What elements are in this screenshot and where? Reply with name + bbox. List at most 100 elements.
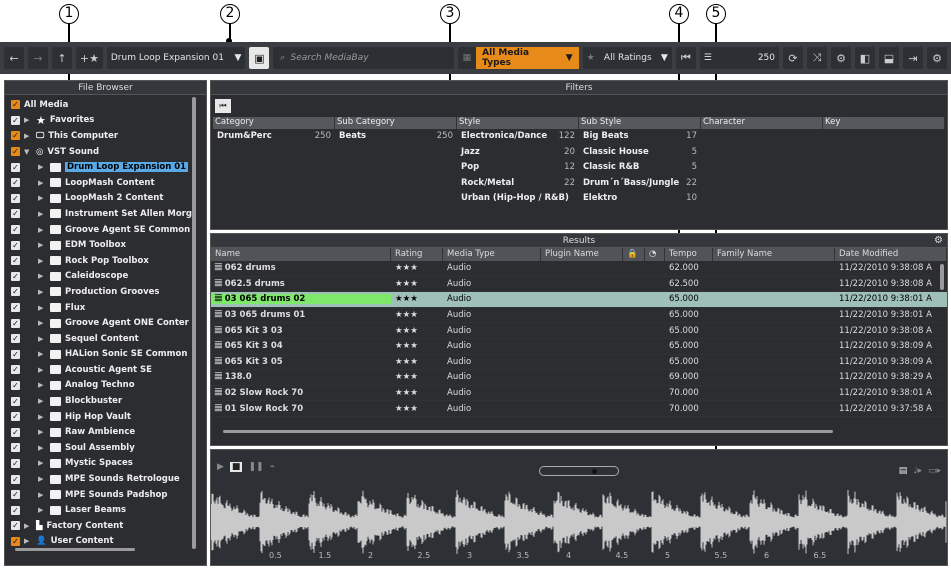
table-row[interactable]: 𝄚 138.0 ★★★ Audio 69.000 11/22/2010 9:38:29 … <box>211 370 947 386</box>
col-header-date-modified[interactable]: Date Modified <box>835 248 947 261</box>
tree-item-folder[interactable]: ✓ ▶ LoopMash Content <box>11 175 206 191</box>
rating-stars[interactable]: ★★★ <box>391 294 443 304</box>
tree-item-folder[interactable]: ✓ ▶ Rock Pop Toolbox <box>11 253 206 269</box>
table-row[interactable]: 𝄚 065 Kit 3 04 ★★★ Audio 65.000 11/22/2010 9… <box>211 339 947 355</box>
filter-value[interactable]: Beats 250 <box>335 131 457 147</box>
table-row[interactable]: 𝄚 03 065 drums 02 ★★★ Audio 65.000 11/22/201… <box>211 292 947 308</box>
tree-item-folder[interactable]: ✓ ▶ Flux <box>11 300 206 316</box>
tree-item-folder[interactable]: ✓ ▶ HALion Sonic SE Common <box>11 347 206 363</box>
favorite-add-icon[interactable]: +★ <box>76 47 103 69</box>
align-beats-icon[interactable]: ♩▸ <box>913 466 922 476</box>
play-in-context-icon[interactable]: ▭▸ <box>928 466 941 476</box>
tree-item-folder[interactable]: ✓ ▶ Production Grooves <box>11 284 206 300</box>
tree-item-favorites[interactable]: ✓ ▶ ★ Favorites <box>11 113 206 129</box>
reset-filter-icon[interactable]: ⏮ <box>675 47 696 69</box>
lock-icon[interactable]: 🔒 <box>623 248 645 261</box>
stop-icon[interactable]: ■ <box>229 462 243 472</box>
tree-item-folder[interactable]: ✓ ▶ MPE Sounds Padshop <box>11 487 206 503</box>
rating-stars[interactable]: ★★★ <box>391 388 443 398</box>
file-browser-hscrollbar[interactable] <box>15 548 135 551</box>
filter-value[interactable]: Elektro 10 <box>579 193 701 209</box>
tree-item-folder[interactable]: ✓ ▶ Mystic Spaces <box>11 456 206 472</box>
filter-value[interactable]: Jazz 20 <box>457 147 579 163</box>
previewer-level-slider[interactable] <box>539 466 619 476</box>
tree-item-folder[interactable]: ✓ ▶ Drum Loop Expansion 01 <box>11 159 206 175</box>
table-row[interactable]: 𝄚 03 065 drums 01 ★★★ Audio 65.000 11/22/201… <box>211 308 947 324</box>
col-header-name[interactable]: Name <box>211 248 391 261</box>
filter-header-sub-category[interactable]: Sub Category <box>335 117 457 129</box>
tree-item-folder[interactable]: ✓ ▶ LoopMash 2 Content <box>11 191 206 207</box>
col-header-rating[interactable]: Rating <box>391 248 443 261</box>
layout-left-icon[interactable]: ◧ <box>855 47 875 69</box>
tree-item-folder[interactable]: ✓ ▶ Laser Beams <box>11 502 206 518</box>
tree-item-factory-content[interactable]: ✓ ▶ ▙ Factory Content <box>11 518 206 534</box>
pause-icon[interactable]: ❚❚ <box>248 462 263 472</box>
tree-item-folder[interactable]: ✓ ▶ MPE Sounds Retrologue <box>11 471 206 487</box>
filter-value[interactable]: Urban (Hip-Hop / R&B) <box>457 193 579 209</box>
rating-stars[interactable]: ★★★ <box>391 326 443 336</box>
filter-header-style[interactable]: Style <box>457 117 579 129</box>
filter-value[interactable]: Pop 12 <box>457 162 579 178</box>
filter-value[interactable]: Big Beats 17 <box>579 131 701 147</box>
rating-stars[interactable]: ★★★ <box>391 279 443 289</box>
shuffle-icon[interactable]: ⤨ <box>807 47 827 69</box>
tree-item-folder[interactable]: ✓ ▶ Groove Agent SE Common <box>11 222 206 238</box>
refresh-icon[interactable]: ⟳ <box>783 47 803 69</box>
monitor-icon[interactable]: ▣ <box>249 47 270 69</box>
tree-item-folder[interactable]: ✓ ▶ EDM Toolbox <box>11 237 206 253</box>
tree-item-folder[interactable]: ✓ ▶ Soul Assembly <box>11 440 206 456</box>
rating-stars[interactable]: ★★★ <box>391 310 443 320</box>
play-icon[interactable]: ▶ <box>217 462 224 472</box>
filter-value[interactable]: Rock/Metal 22 <box>457 178 579 194</box>
tree-item-folder[interactable]: ✓ ▶ Caleidoscope <box>11 269 206 285</box>
tree-item-vst-sound[interactable]: ✓ ▼ ◎ VST Sound <box>11 144 206 160</box>
pie-icon[interactable]: ◔ <box>645 248 665 261</box>
filter-header-key[interactable]: Key <box>823 117 945 129</box>
tree-item-user-content[interactable]: ✓ ▶ 👤 User Content <box>11 534 206 550</box>
table-row[interactable]: 𝄚 01 Slow Rock 70 ★★★ Audio 70.000 11/22/201… <box>211 401 947 417</box>
rating-stars[interactable]: ★★★ <box>391 341 443 351</box>
filter-value[interactable]: Classic R&B 5 <box>579 162 701 178</box>
rating-stars[interactable]: ★★★ <box>391 357 443 367</box>
tree-item-folder[interactable]: ✓ ▶ Acoustic Agent SE <box>11 362 206 378</box>
table-row[interactable]: 𝄚 02 Slow Rock 70 ★★★ Audio 70.000 11/22/201… <box>211 386 947 402</box>
forward-icon[interactable]: → <box>28 47 48 69</box>
tree-item-all-media[interactable]: ✓ All Media <box>11 97 206 113</box>
autoplay-icon[interactable]: ▤ <box>899 466 908 476</box>
table-row[interactable]: 𝄚 062 drums ★★★ Audio 62.000 11/22/2010 9:38… <box>211 261 947 277</box>
col-header-tempo[interactable]: Tempo <box>665 248 713 261</box>
filter-value[interactable]: Classic House 5 <box>579 147 701 163</box>
ratings-dropdown[interactable]: ★ All Ratings ▼ <box>582 47 672 69</box>
filter-value[interactable]: Drum&Perc 250 <box>213 131 335 147</box>
col-header-family-name[interactable]: Family Name <box>713 248 835 261</box>
settings-icon[interactable]: ⚙ <box>831 47 851 69</box>
filter-value[interactable]: Electronica/Dance 122 <box>457 131 579 147</box>
tree-item-folder[interactable]: ✓ ▶ Instrument Set Allen Morg <box>11 206 206 222</box>
tree-item-folder[interactable]: ✓ ▶ Sequel Content <box>11 331 206 347</box>
filter-header-category[interactable]: Category <box>213 117 335 129</box>
reset-filters-button[interactable]: ⏮ <box>215 99 231 113</box>
tree-item-folder[interactable]: ✓ ▶ Analog Techno <box>11 378 206 394</box>
results-settings-icon[interactable]: ⚙ <box>934 235 943 246</box>
col-header-plugin-name[interactable]: Plugin Name <box>541 248 623 261</box>
tree-item-folder[interactable]: ✓ ▶ Raw Ambience <box>11 424 206 440</box>
col-header-media-type[interactable]: Media Type <box>443 248 541 261</box>
tree-item-folder[interactable]: ✓ ▶ Blockbuster <box>11 393 206 409</box>
tree-item-this-computer[interactable]: ✓ ▶ 🖵 This Computer <box>11 128 206 144</box>
tree-item-folder[interactable]: ✓ ▶ Hip Hop Vault <box>11 409 206 425</box>
waveform[interactable] <box>211 482 947 562</box>
loop-icon[interactable]: ⌁ <box>270 462 275 472</box>
results-vscrollbar[interactable] <box>940 264 944 290</box>
window-settings-icon[interactable]: ⚙ <box>927 47 947 69</box>
file-browser-vscrollbar[interactable] <box>192 97 196 549</box>
table-row[interactable]: 𝄚 065 Kit 3 03 ★★★ Audio 65.000 11/22/2010 9… <box>211 323 947 339</box>
rating-stars[interactable]: ★★★ <box>391 263 443 273</box>
up-icon[interactable]: ↑ <box>52 47 72 69</box>
filter-header-sub-style[interactable]: Sub Style <box>579 117 701 129</box>
rating-stars[interactable]: ★★★ <box>391 372 443 382</box>
media-types-dropdown[interactable]: ▦ All Media Types ▼ <box>457 47 579 69</box>
table-row[interactable]: 𝄚 065 Kit 3 05 ★★★ Audio 65.000 11/22/2010 9… <box>211 355 947 371</box>
layout-bottom-icon[interactable]: ⬓ <box>879 47 899 69</box>
search-input[interactable]: ⌕ Search MediaBay <box>273 47 454 69</box>
export-icon[interactable]: ⇥ <box>903 47 923 69</box>
